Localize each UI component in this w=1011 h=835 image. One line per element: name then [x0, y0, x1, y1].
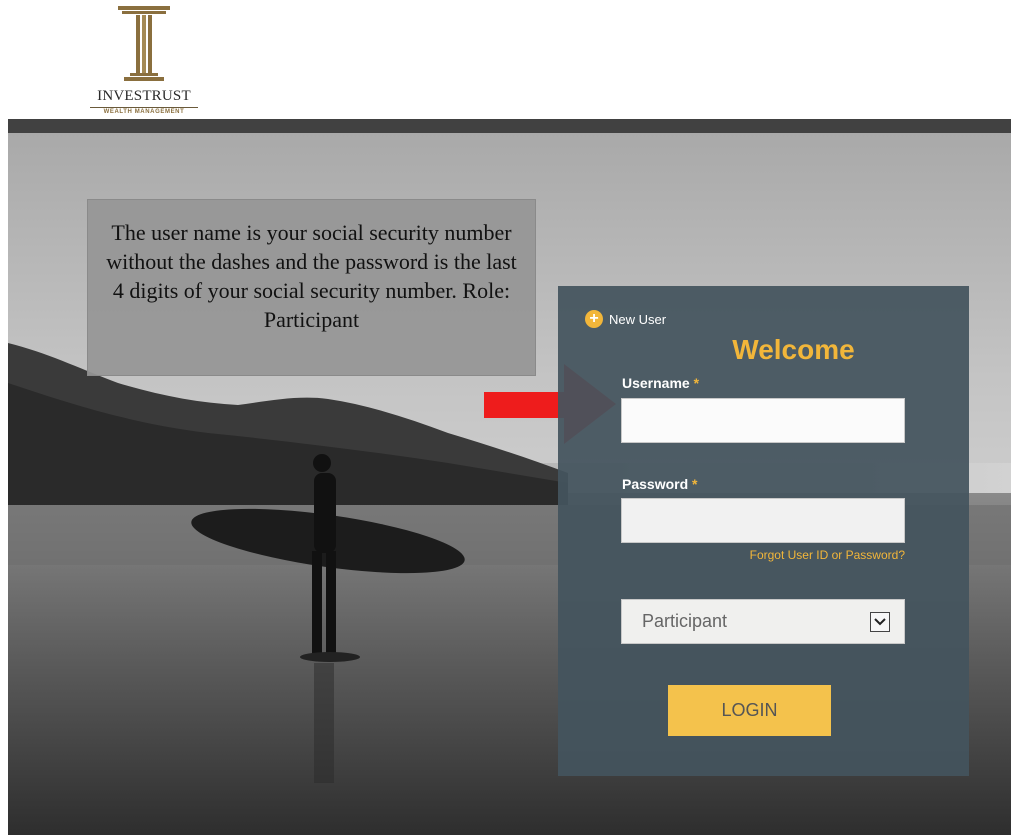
brand-tagline: WEALTH MANAGEMENT — [103, 109, 185, 115]
chevron-down-icon[interactable] — [870, 611, 890, 632]
login-button[interactable]: LOGIN — [668, 685, 831, 736]
password-label: Password * — [622, 476, 697, 492]
username-label-text: Username — [622, 375, 690, 391]
role-selected-value: Participant — [642, 611, 728, 631]
forgot-credentials-link[interactable]: Forgot User ID or Password? — [750, 548, 905, 562]
plus-circle-icon: + — [585, 310, 603, 328]
logo-divider — [90, 107, 198, 108]
login-instructions-callout: The user name is your social security nu… — [87, 199, 536, 376]
password-input[interactable] — [621, 498, 905, 543]
welcome-title: Welcome — [558, 334, 969, 366]
new-user-link[interactable]: + New User — [585, 310, 666, 328]
brand-name: INVESTRUST — [97, 88, 191, 104]
username-label: Username * — [622, 375, 699, 391]
login-panel: + New User Welcome Username * Password *… — [558, 286, 969, 776]
password-label-text: Password — [622, 476, 689, 492]
role-select[interactable]: Participant — [621, 599, 905, 644]
required-asterisk: * — [692, 476, 698, 492]
column-icon — [118, 6, 170, 81]
welcome-text: Welcome — [732, 334, 855, 365]
username-input[interactable] — [621, 398, 905, 443]
investrust-logo[interactable]: INVESTRUST WEALTH MANAGEMENT — [84, 6, 204, 118]
header-divider-bar — [8, 119, 1011, 133]
required-asterisk: * — [693, 375, 700, 391]
new-user-label: New User — [609, 311, 667, 327]
site-header: INVESTRUST WEALTH MANAGEMENT — [0, 0, 1011, 119]
